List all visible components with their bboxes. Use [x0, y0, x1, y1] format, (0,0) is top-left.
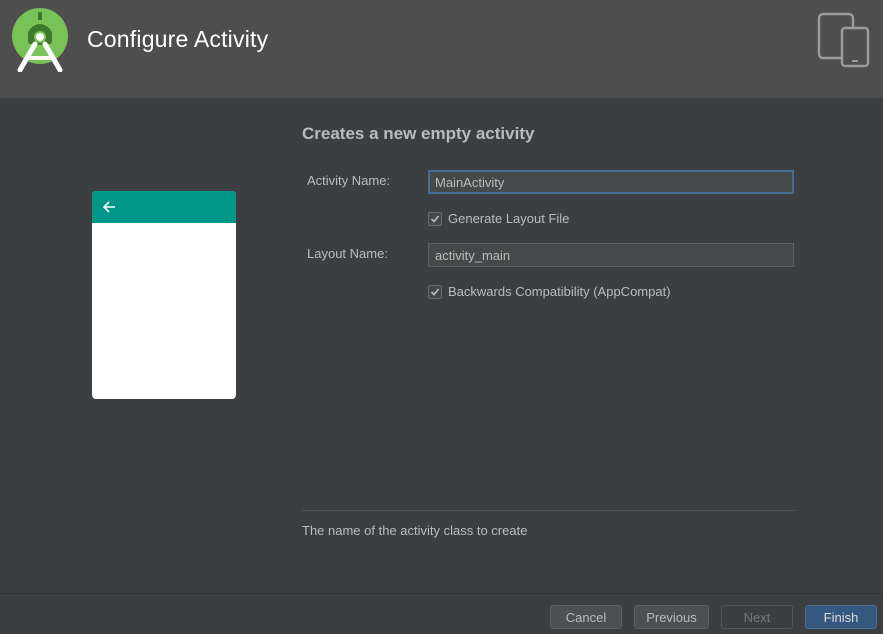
- activity-name-label: Activity Name:: [307, 173, 391, 188]
- form-title: Creates a new empty activity: [302, 124, 535, 143]
- page-title: Configure Activity: [87, 26, 269, 52]
- layout-name-label: Layout Name:: [307, 246, 388, 261]
- backwards-compat-checkbox-row[interactable]: Backwards Compatibility (AppCompat): [428, 284, 671, 299]
- next-button[interactable]: Next: [721, 605, 793, 629]
- activity-name-input[interactable]: [428, 170, 794, 194]
- cancel-button[interactable]: Cancel: [550, 605, 622, 629]
- hint-divider: [302, 510, 796, 511]
- layout-name-input[interactable]: [428, 243, 794, 267]
- header-banner: Configure Activity: [0, 0, 883, 98]
- footer-divider: [0, 593, 883, 594]
- checkmark-icon: [430, 287, 440, 296]
- tablet-phone-icon: [817, 12, 870, 68]
- previous-button[interactable]: Previous: [634, 605, 709, 629]
- preview-app-bar: [92, 191, 236, 223]
- generate-layout-checkbox[interactable]: [428, 211, 442, 226]
- android-studio-logo-icon: [12, 8, 68, 72]
- generate-layout-label: Generate Layout File: [448, 211, 570, 226]
- activity-preview: [92, 191, 236, 399]
- arrow-left-icon: [102, 201, 115, 213]
- finish-button[interactable]: Finish: [805, 605, 877, 629]
- hint-text: The name of the activity class to create: [302, 523, 528, 538]
- generate-layout-checkbox-row[interactable]: Generate Layout File: [428, 211, 569, 226]
- backwards-compat-label: Backwards Compatibility (AppCompat): [448, 284, 671, 299]
- checkmark-icon: [430, 214, 440, 223]
- backwards-compat-checkbox[interactable]: [428, 284, 442, 299]
